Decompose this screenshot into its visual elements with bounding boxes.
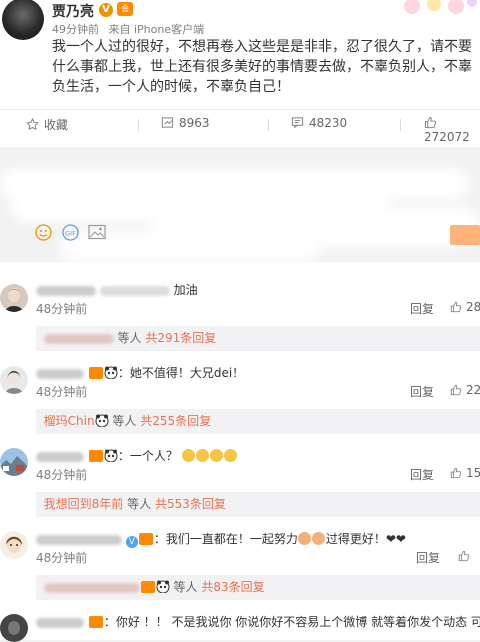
reply-button[interactable]: 回复: [410, 466, 434, 483]
comment-body: ：一个人？: [117, 449, 178, 463]
author-name[interactable]: 贾乃亮: [52, 1, 94, 21]
post-card: 贾乃亮 V 会 49分钟前 来自 iPhone客户端 我一个人过的很好，不想再卷…: [0, 0, 480, 147]
thumb-up-icon: [450, 384, 462, 396]
emoji-icon: [223, 449, 237, 462]
post-source: 来自 iPhone客户端: [108, 23, 205, 36]
verified-icon: V: [125, 536, 138, 548]
comment-text: 加油: [36, 281, 198, 298]
commenter-avatar[interactable]: [0, 284, 28, 312]
commenter-avatar[interactable]: [0, 448, 28, 476]
comment-time: 48分钟前: [36, 385, 88, 399]
thumb-up-icon: [424, 116, 437, 129]
comment-like-button[interactable]: 15: [450, 466, 480, 480]
emoji-icon[interactable]: [35, 224, 52, 241]
card-decoration-icon: [404, 0, 477, 14]
member-badge-icon: [88, 616, 103, 628]
author-avatar[interactable]: [2, 0, 44, 40]
member-badge-icon: [88, 450, 103, 462]
comment-text: V ：我们一直都在！一起努力 过得更好！❤❤: [36, 530, 406, 548]
member-badge-icon: [138, 533, 153, 545]
more-replies-link[interactable]: 等人 共291条回复: [36, 326, 480, 351]
comment-text: ：一个人？: [36, 447, 238, 464]
comment-text: ：你好 ！！ 不是我说你 你说你好不容易上个微博 就等着你发个动态 可: [36, 613, 480, 630]
comment-time: 48分钟前: [36, 468, 88, 482]
commenter-name-obscured[interactable]: [36, 368, 84, 379]
like-count: 272072: [424, 130, 470, 144]
post-meta: 49分钟前 来自 iPhone客户端: [52, 21, 210, 37]
emoji-icon: [195, 449, 209, 462]
verified-icon: V: [99, 3, 113, 17]
comment-like-button[interactable]: [458, 549, 474, 563]
reply-button[interactable]: 回复: [410, 383, 434, 400]
commenter-name-obscured[interactable]: [36, 451, 84, 462]
comment-text: ：她不值得！大兄dei！: [36, 364, 244, 381]
thumb-up-icon: [450, 301, 462, 313]
favorite-label: 收藏: [44, 118, 69, 132]
panda-icon: [156, 580, 170, 593]
repost-button[interactable]: 8963: [161, 116, 210, 130]
favorite-button[interactable]: 收藏: [26, 116, 68, 133]
comment-time: 48分钟前: [36, 302, 88, 316]
post-content: 我一个人过的很好，不想再卷入这些是是非非，忍了很久了，请不要什么事都上我，世上还…: [52, 39, 472, 95]
more-replies-link[interactable]: 榴玛Chin 等人 共255条回复: [36, 409, 480, 434]
more-replies-link[interactable]: 我想回到8年前 等人 共553条回复: [36, 492, 480, 517]
comment-editor-area[interactable]: [0, 147, 480, 262]
like-button[interactable]: 272072: [424, 116, 480, 144]
comment-body: ：她不值得！大兄dei！: [117, 366, 245, 380]
post-actions-bar: 收藏 8963 48230 272072: [0, 109, 480, 144]
thumb-up-icon: [450, 467, 462, 479]
comment-count: 48230: [309, 116, 348, 130]
member-badge-icon: 会: [117, 2, 133, 16]
image-icon[interactable]: [88, 224, 106, 240]
commenter-avatar[interactable]: [0, 614, 28, 642]
comment-time: 48分钟前: [36, 551, 88, 565]
more-replies-link[interactable]: 等人 共83条回复: [36, 575, 480, 600]
panda-icon: [104, 449, 118, 462]
member-badge-icon: [88, 367, 103, 379]
panda-icon: [104, 366, 118, 379]
reply-button[interactable]: 回复: [416, 549, 440, 566]
thumb-up-icon: [458, 550, 470, 562]
gif-icon[interactable]: GIF: [62, 224, 79, 241]
post-comment-button[interactable]: [450, 225, 480, 245]
comment-like-button[interactable]: 22: [450, 383, 480, 397]
reply-button[interactable]: 回复: [410, 300, 434, 317]
star-icon: [26, 117, 39, 131]
comment-body: ：我们一直都在！一起努力: [153, 532, 298, 546]
commenter-avatar[interactable]: [0, 531, 28, 559]
commenter-avatar[interactable]: [0, 366, 28, 394]
emoji-icon: [297, 532, 311, 545]
comment-like-button[interactable]: 28: [450, 300, 480, 314]
comment-body: 加油: [173, 283, 198, 297]
panda-icon: [95, 414, 109, 427]
comment-icon: [291, 117, 304, 129]
repost-count: 8963: [179, 116, 210, 130]
commenter-name-obscured[interactable]: [36, 285, 96, 296]
svg-text:GIF: GIF: [65, 230, 76, 238]
comment-button[interactable]: 48230: [291, 116, 347, 130]
comment-body: ：你好 ！！ 不是我说你 你说你好不容易上个微博 就等着你发个动态 可: [103, 615, 480, 629]
emoji-icon: [181, 449, 195, 462]
commenter-name-obscured[interactable]: [36, 534, 122, 545]
commenter-name-obscured[interactable]: [36, 617, 84, 628]
emoji-icon: [311, 532, 325, 545]
post-time: 49分钟前: [52, 23, 99, 36]
emoji-icon: [209, 449, 223, 462]
repost-icon: [161, 117, 174, 128]
